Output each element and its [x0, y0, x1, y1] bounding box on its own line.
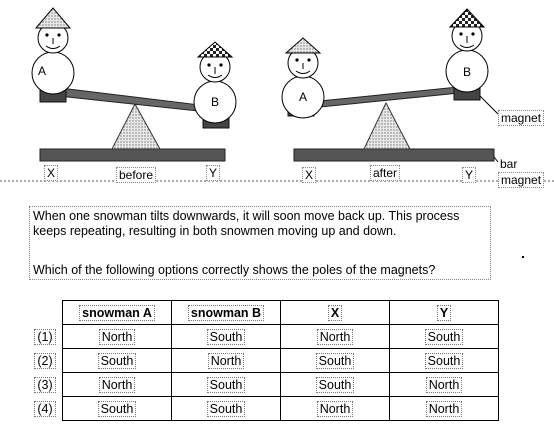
header-snowman-a: snowman A [62, 300, 172, 325]
table-corner [28, 301, 63, 325]
stray-dot [522, 256, 524, 258]
label-b-before: B [211, 95, 220, 109]
bar-magnet-y-after [293, 148, 495, 162]
pivot-triangle-after [363, 101, 411, 150]
snowman-a-after [281, 37, 325, 119]
cell-snowman-b: South [171, 324, 281, 349]
label-x-after: X [302, 167, 317, 183]
question-box: When one snowman tilts downwards, it wil… [29, 206, 491, 280]
cell-snowman-a: South [62, 396, 172, 421]
label-y-after: Y [462, 167, 477, 183]
label-bar-magnet: magnet [498, 172, 545, 188]
cell-snowman-a: North [62, 324, 172, 349]
label-a-after: A [299, 90, 308, 104]
header-x: X [280, 300, 390, 325]
table-header-row: snowman A snowman B X Y [28, 300, 499, 325]
cell-snowman-b: North [171, 348, 281, 373]
cell-x: South [280, 348, 390, 373]
label-magnet: magnet [498, 110, 545, 126]
option-label: (4) [28, 397, 63, 421]
table-row[interactable]: (4) South South North North [28, 396, 499, 421]
cell-snowman-b: South [171, 396, 281, 421]
option-label: (3) [28, 373, 63, 397]
label-x-before: X [44, 165, 59, 181]
cell-x: North [280, 396, 390, 421]
header-y: Y [389, 300, 499, 325]
snowman-b-before [193, 41, 237, 124]
snowman-b-after [445, 8, 489, 93]
cell-y: North [389, 396, 499, 421]
cell-x: South [280, 372, 390, 397]
cell-snowman-b: South [171, 372, 281, 397]
table-row[interactable]: (2) South North South South [28, 348, 499, 373]
bar-magnet-x-before [39, 148, 226, 162]
table-row[interactable]: (1) North South North South [28, 324, 499, 349]
cell-y: South [389, 348, 499, 373]
pivot-triangle-before [111, 102, 161, 150]
label-b-after: B [463, 65, 472, 79]
options-table: snowman A snowman B X Y (1) North South … [28, 300, 499, 421]
option-label: (1) [28, 325, 63, 349]
label-y-before: Y [206, 165, 221, 181]
cell-y: South [389, 324, 499, 349]
before-setup [31, 7, 237, 162]
label-before: before [116, 167, 157, 183]
label-after: after [370, 165, 401, 181]
question-prompt: Which of the following options correctly… [33, 263, 436, 277]
snowman-a-before [31, 7, 75, 95]
cell-x: North [280, 324, 390, 349]
cell-snowman-a: North [62, 372, 172, 397]
magnet-pointer-line [479, 95, 499, 115]
cell-y: North [389, 372, 499, 397]
label-bar: bar [500, 157, 518, 171]
question-text: When one snowman tilts downwards, it wil… [33, 209, 460, 238]
header-snowman-b: snowman B [171, 300, 281, 325]
label-a-before: A [38, 64, 47, 78]
cell-snowman-a: South [62, 348, 172, 373]
option-label: (2) [28, 349, 63, 373]
table-row[interactable]: (3) North South South North [28, 372, 499, 397]
after-setup [281, 8, 499, 163]
